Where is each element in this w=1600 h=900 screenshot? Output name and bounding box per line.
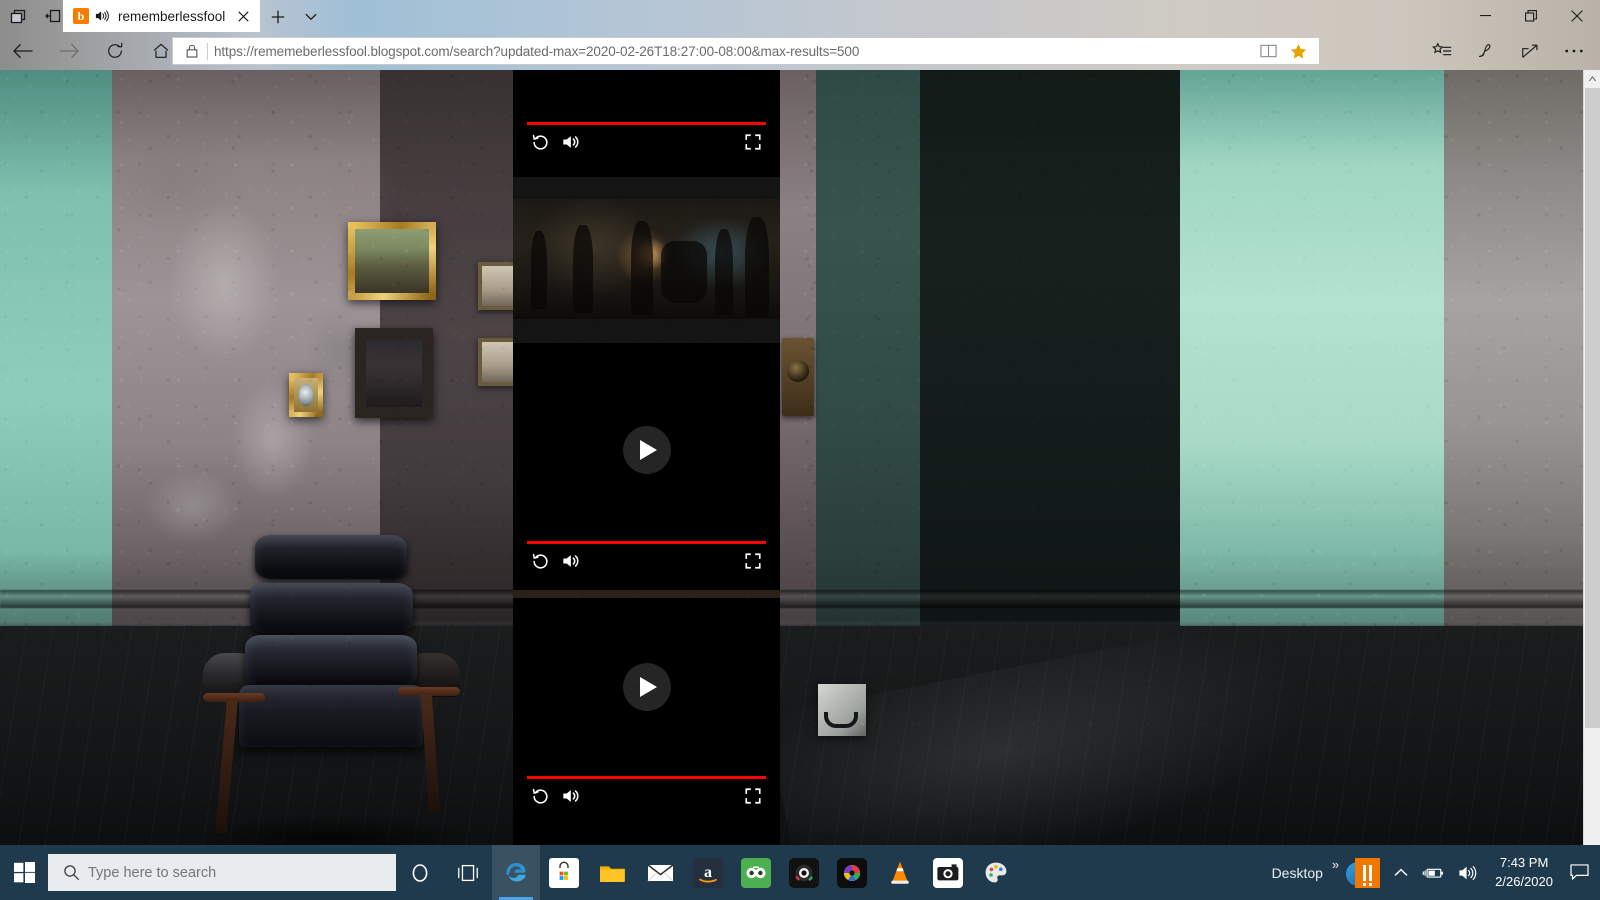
arrow-left-icon[interactable] <box>0 32 46 70</box>
clock-date: 2/26/2020 <box>1495 873 1553 889</box>
warning-badge <box>1346 857 1381 888</box>
scrollbar-thumb[interactable] <box>1585 88 1600 728</box>
clock-time: 7:43 PM <box>1499 854 1549 870</box>
envelope-glyph <box>645 858 675 888</box>
taskbar-search-box[interactable] <box>48 854 396 891</box>
refresh-icon[interactable] <box>92 32 138 70</box>
exclamation-stroke <box>1363 864 1367 886</box>
battery-charging-icon[interactable] <box>1415 845 1451 900</box>
task-view-glyph <box>453 858 483 888</box>
lens-glyph <box>789 857 819 888</box>
share-icon[interactable] <box>1508 32 1552 70</box>
svg-text:a: a <box>704 864 712 881</box>
star-filled-icon[interactable] <box>1283 38 1313 64</box>
restore-icon[interactable] <box>1508 0 1554 32</box>
task-view-icon[interactable] <box>444 845 492 900</box>
plus-icon[interactable] <box>265 4 291 30</box>
search-icon <box>58 860 84 886</box>
mail-icon[interactable] <box>636 845 684 900</box>
edge-glyph <box>501 858 531 888</box>
set-tabs-aside-icon[interactable] <box>0 0 35 32</box>
owl-glyph <box>741 857 771 888</box>
arrow-right-icon[interactable] <box>46 32 92 70</box>
desktop-screen: b rememberlessfool https://rememeberless… <box>0 0 1600 900</box>
window-controls <box>1462 0 1600 32</box>
settings-more-icon[interactable] <box>1552 32 1596 70</box>
page-scrollbar[interactable] <box>1583 70 1600 845</box>
browser-tab[interactable]: b rememberlessfool <box>63 0 260 32</box>
address-divider <box>207 42 208 60</box>
favorites-hub-icon[interactable] <box>1420 32 1464 70</box>
color-lens-glyph <box>837 857 867 888</box>
double-chevron-right-icon[interactable]: » <box>1332 857 1339 872</box>
paint-3d-icon[interactable] <box>972 845 1020 900</box>
store-bag <box>549 857 579 888</box>
minimize-icon[interactable] <box>1462 0 1508 32</box>
window-close-icon[interactable] <box>1554 0 1600 32</box>
scroll-up-arrow-icon[interactable] <box>1584 70 1600 87</box>
notes-pen-icon[interactable] <box>1464 32 1508 70</box>
browser-chrome: b rememberlessfool https://rememeberless… <box>0 0 1600 70</box>
address-url-text: https://rememeberlessfool.blogspot.com/s… <box>214 43 860 59</box>
taskbar-clock[interactable]: 7:43 PM 2/26/2020 <box>1485 845 1563 900</box>
close-icon[interactable] <box>232 5 254 27</box>
page-viewport <box>0 70 1600 845</box>
toolbar-right <box>1420 32 1596 70</box>
warning-badge-icon[interactable] <box>1339 845 1387 900</box>
camera-lens-icon[interactable] <box>780 845 828 900</box>
vlc-media-player-icon[interactable] <box>876 845 924 900</box>
photo-grain-overlay <box>0 70 1600 845</box>
padlock-icon[interactable] <box>179 38 205 64</box>
folder-glyph <box>597 858 627 888</box>
microsoft-edge-icon[interactable] <box>492 845 540 900</box>
reading-view-icon[interactable] <box>1253 38 1283 64</box>
chevron-down-icon[interactable] <box>298 4 324 30</box>
amazon-icon[interactable]: a <box>684 845 732 900</box>
microsoft-store-icon[interactable] <box>540 845 588 900</box>
vlc-cone-glyph <box>885 858 915 888</box>
tab-title: rememberlessfool <box>118 8 226 24</box>
camera-glyph <box>933 857 963 888</box>
amazon-glyph: a <box>693 857 723 888</box>
palette-glyph <box>981 858 1011 888</box>
file-explorer-icon[interactable] <box>588 845 636 900</box>
windows-start-icon[interactable] <box>0 845 48 900</box>
cortana-ring <box>405 858 435 888</box>
action-center-icon[interactable] <box>1563 845 1596 900</box>
cortana-icon[interactable] <box>396 845 444 900</box>
speaker-icon[interactable] <box>1451 845 1485 900</box>
color-lens-icon[interactable] <box>828 845 876 900</box>
tabs-aside-group <box>0 0 70 32</box>
search-input[interactable] <box>88 864 386 881</box>
camera-icon[interactable] <box>924 845 972 900</box>
chevron-up-icon[interactable] <box>1387 845 1415 900</box>
blogger-favicon: b <box>73 8 89 24</box>
tab-strip: b rememberlessfool <box>0 0 1600 32</box>
warning-overlay <box>1355 857 1381 888</box>
speaker-playing-icon[interactable] <box>94 8 112 24</box>
show-desktop-label[interactable]: Desktop <box>1265 845 1330 900</box>
exclamation-stroke <box>1369 864 1373 886</box>
windows-taskbar: a <box>0 845 1600 900</box>
system-tray: Desktop » 7:43 PM 2/26/2020 <box>1265 845 1600 900</box>
address-bar[interactable]: https://rememeberlessfool.blogspot.com/s… <box>172 37 1320 65</box>
tripadvisor-icon[interactable] <box>732 845 780 900</box>
